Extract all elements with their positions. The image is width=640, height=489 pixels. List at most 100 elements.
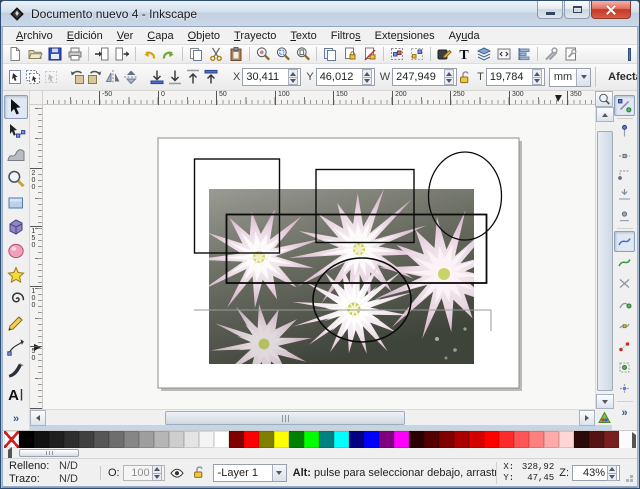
toolbar-dock-handle[interactable] [628,47,631,61]
minimize-button[interactable] [537,1,563,19]
spin-up[interactable] [288,69,299,77]
maximize-button[interactable] [564,1,590,19]
palette-swatch[interactable] [259,431,274,448]
palette-swatch[interactable] [559,431,574,448]
chevron-down-icon[interactable] [576,68,591,86]
palette-swatch[interactable] [364,431,379,448]
horizontal-scroll-thumb[interactable] [165,411,405,425]
create-clone-icon[interactable] [340,46,360,63]
menu-item[interactable]: Objeto [181,27,227,45]
snap-line-midpoints-icon[interactable] [614,336,635,357]
menu-item[interactable]: Texto [283,27,323,45]
palette-swatch[interactable] [334,431,349,448]
palette-swatch[interactable] [379,431,394,448]
opacity-field[interactable]: 100 [122,464,165,481]
raise-to-top-icon[interactable] [202,66,220,88]
palette-swatch[interactable] [139,431,154,448]
palette-swatch[interactable] [274,431,289,448]
duplicate-icon[interactable] [320,46,340,63]
menu-item[interactable]: Filtros [324,27,368,45]
menu-item[interactable]: Ayuda [442,27,487,45]
palette-swatch[interactable] [514,431,529,448]
palette-swatch[interactable] [439,431,454,448]
tool-star[interactable] [4,263,28,287]
palette-swatch[interactable] [319,431,334,448]
palette-swatch[interactable] [124,431,139,448]
menu-item[interactable]: Archivo [9,27,60,45]
snap-paths-icon[interactable] [614,252,635,273]
select-all-icon[interactable] [6,66,24,88]
select-all-layers-icon[interactable] [24,66,42,88]
document-properties-icon[interactable] [561,46,581,63]
x-field[interactable]: 30,411 [242,68,302,86]
palette-swatch[interactable] [499,431,514,448]
palette-swatch[interactable] [154,431,169,448]
menu-item[interactable]: Trayecto [227,27,283,45]
copy-icon[interactable] [186,46,206,63]
color-managed-display-icon[interactable] [595,409,613,425]
layer-select[interactable]: -Layer 1 [212,463,287,482]
palette-swatch[interactable] [64,431,79,448]
horizontal-ruler[interactable]: -50 0 50 100 150 200 250 300 350 [43,91,595,105]
raise-icon[interactable] [184,66,202,88]
unlink-clone-icon[interactable] [360,46,380,63]
canvas[interactable] [43,105,595,409]
tool-node-editor[interactable] [4,119,28,143]
palette-swatch[interactable] [409,431,424,448]
palette-swatch[interactable] [424,431,439,448]
tool-rectangle[interactable] [4,191,28,215]
vertical-scrollbar[interactable] [595,107,614,409]
palette-scroll-thumb[interactable] [19,449,79,457]
palette-swatch[interactable] [34,431,49,448]
resize-grip[interactable] [623,462,635,484]
palette-swatch[interactable] [304,431,319,448]
tool-tweak[interactable] [4,143,28,167]
palette-swatch[interactable] [244,431,259,448]
spin-up[interactable] [607,464,617,473]
deselect-icon[interactable] [42,66,60,88]
lower-to-bottom-icon[interactable] [148,66,166,88]
spin-up[interactable] [361,69,372,77]
menu-item[interactable]: Edición [60,27,110,45]
palette-swatch[interactable] [4,431,19,448]
snap-bbox-centers-icon[interactable] [614,205,635,226]
palette-swatch[interactable] [94,431,109,448]
import-icon[interactable] [92,46,112,63]
paste-icon[interactable] [226,46,246,63]
snap-nodes-icon[interactable] [614,231,635,252]
tool-spiral[interactable] [4,287,28,311]
palette-swatch[interactable] [79,431,94,448]
close-button[interactable] [591,1,631,19]
horizontal-scrollbar[interactable] [30,409,595,426]
rotate-ccw-icon[interactable] [68,66,86,88]
text-dialog-icon[interactable]: T [454,46,474,63]
spin-up[interactable] [444,69,455,77]
lower-icon[interactable] [166,66,184,88]
spin-down[interactable] [151,472,162,481]
palette-swatch[interactable] [454,431,469,448]
tool-selector[interactable] [4,95,28,119]
cactus-flowers-photo[interactable] [195,189,514,383]
toolbox-overflow-button[interactable]: » [13,413,19,425]
snap-bbox-icon[interactable] [614,121,635,142]
snap-cusp-nodes-icon[interactable] [614,294,635,315]
scroll-left-button[interactable] [30,410,46,426]
title-bar[interactable]: Documento nuevo 4 - Inkscape [1,1,639,27]
redo-icon[interactable] [159,46,179,63]
palette-swatch[interactable] [229,431,244,448]
snap-smooth-nodes-icon[interactable] [614,315,635,336]
palette-swatch[interactable] [544,431,559,448]
unit-select[interactable]: mm [548,67,592,87]
xml-editor-icon[interactable] [494,46,514,63]
palette-swatch[interactable] [19,431,34,448]
spin-down[interactable] [444,77,455,85]
vertical-scroll-thumb[interactable] [597,131,613,391]
menu-item[interactable]: Ver [110,27,141,45]
preferences-icon[interactable] [541,46,561,63]
tool-ellipse[interactable] [4,239,28,263]
rotate-cw-icon[interactable] [86,66,104,88]
layer-lock-open-icon[interactable] [189,464,209,482]
spin-down[interactable] [361,77,372,85]
spin-down[interactable] [607,472,617,481]
scroll-up-button[interactable] [596,107,614,122]
